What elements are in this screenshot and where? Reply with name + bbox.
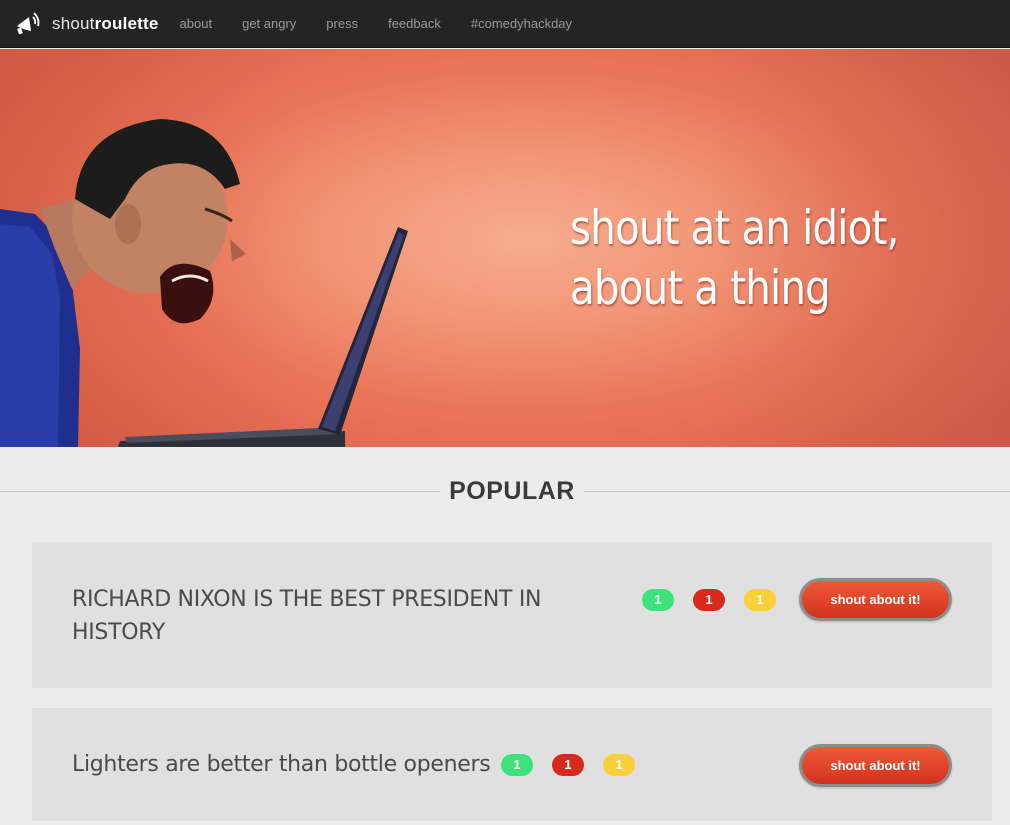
brand-name: shoutroulette xyxy=(52,14,159,34)
hero-tagline-line-2: about a thing xyxy=(570,261,831,316)
shout-about-it-button[interactable]: shout about it! xyxy=(799,744,952,787)
vote-badges: 1 1 1 xyxy=(501,754,654,776)
red-vote-badge: 1 xyxy=(552,754,584,776)
yellow-vote-badge: 1 xyxy=(603,754,635,776)
nav-link-feedback[interactable]: feedback xyxy=(373,0,456,48)
hero-banner: shout at an idiot, about a thing xyxy=(0,49,1010,447)
vote-badges: 1 1 1 xyxy=(642,589,795,611)
brand-link[interactable]: shoutroulette xyxy=(14,0,159,48)
yellow-vote-badge: 1 xyxy=(744,589,776,611)
megaphone-icon xyxy=(14,11,40,37)
topic-title[interactable]: Richard Nixon is the best president in h… xyxy=(72,583,592,649)
nav-link-press[interactable]: press xyxy=(311,0,373,48)
top-navbar: shoutroulette about get angry press feed… xyxy=(0,0,1010,48)
topic-title[interactable]: Lighters are better than bottle openers xyxy=(72,748,491,781)
popular-section-header: POPULAR xyxy=(0,474,1010,508)
nav-link-about[interactable]: about xyxy=(165,0,228,48)
topic-card: Lighters are better than bottle openers … xyxy=(32,708,992,821)
section-title: POPULAR xyxy=(440,474,584,508)
shout-about-it-button[interactable]: shout about it! xyxy=(799,578,952,621)
main-nav: about get angry press feedback #comedyha… xyxy=(165,0,587,48)
brand-name-light: shout xyxy=(52,13,95,33)
green-vote-badge: 1 xyxy=(642,589,674,611)
nav-link-comedyhackday[interactable]: #comedyhackday xyxy=(456,0,587,48)
brand-name-bold: roulette xyxy=(94,13,159,33)
hero-tagline: shout at an idiot, about a thing xyxy=(570,199,899,319)
nav-link-get-angry[interactable]: get angry xyxy=(227,0,311,48)
green-vote-badge: 1 xyxy=(501,754,533,776)
man-yelling-at-laptop-image xyxy=(0,119,408,447)
topic-card: Richard Nixon is the best president in h… xyxy=(32,542,992,688)
red-vote-badge: 1 xyxy=(693,589,725,611)
hero-tagline-line-1: shout at an idiot, xyxy=(570,201,899,256)
